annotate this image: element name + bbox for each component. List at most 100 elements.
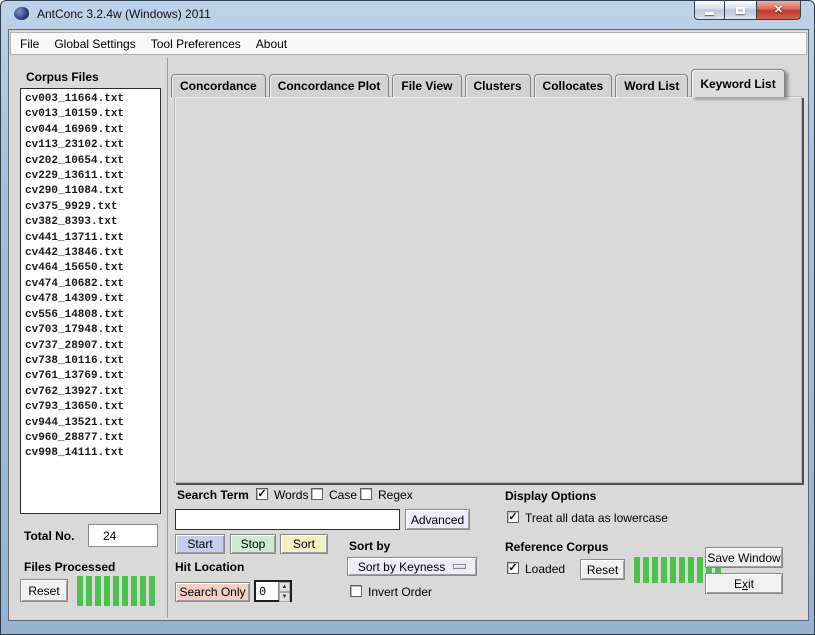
corpus-file-item[interactable]: cv737_28907.txt [25,339,158,354]
progress-segment [652,557,658,583]
corpus-file-item[interactable]: cv478_14309.txt [25,292,158,307]
corpus-file-item[interactable]: cv375_9929.txt [25,200,158,215]
progress-segment [113,576,119,606]
search-only-button[interactable]: Search Only [175,582,250,602]
case-checkbox[interactable] [311,488,323,500]
progress-segment [95,576,101,606]
app-window: AntConc 3.2.4w (Windows) 2011 ✕ File Glob… [0,0,815,635]
display-options-label: Display Options [505,489,596,503]
progress-segment [140,576,146,606]
files-processed-progress [77,576,155,606]
corpus-file-item[interactable]: cv762_13927.txt [25,385,158,400]
advanced-button[interactable]: Advanced [405,509,470,530]
tab-concordance[interactable]: Concordance [171,74,266,97]
corpus-file-item[interactable]: cv761_13769.txt [25,369,158,384]
hit-location-spinner[interactable]: 0 ▲ ▼ [254,580,292,602]
close-button[interactable]: ✕ [756,1,801,20]
menu-item-about[interactable]: About [256,37,287,51]
corpus-file-item[interactable]: cv382_8393.txt [25,215,158,230]
progress-segment [104,576,110,606]
corpus-file-item[interactable]: cv464_15650.txt [25,261,158,276]
corpus-file-item[interactable]: cv738_10116.txt [25,354,158,369]
corpus-file-item[interactable]: cv044_16969.txt [25,123,158,138]
reference-reset-button[interactable]: Reset [580,559,625,580]
progress-segment [149,576,155,606]
case-label: Case [329,488,357,502]
save-window-button[interactable]: Save Window [705,547,783,568]
corpus-file-list[interactable]: cv003_11664.txtcv013_10159.txtcv044_1696… [20,88,161,514]
progress-segment [661,557,667,583]
menu-item-global-settings[interactable]: Global Settings [54,37,135,51]
window-title: AntConc 3.2.4w (Windows) 2011 [37,7,211,21]
corpus-file-item[interactable]: cv003_11664.txt [25,92,158,107]
progress-segment [643,557,649,583]
tab-clusters[interactable]: Clusters [465,74,531,97]
hit-location-value: 0 [256,582,278,600]
progress-segment [679,557,685,583]
corpus-file-item[interactable]: cv944_13521.txt [25,416,158,431]
app-icon [14,7,29,20]
words-checkbox[interactable]: ✓ [256,488,268,500]
spinner-down-icon[interactable]: ▼ [279,592,290,602]
progress-segment [131,576,137,606]
menu-item-tool-preferences[interactable]: Tool Preferences [151,37,241,51]
corpus-file-item[interactable]: cv556_14808.txt [25,308,158,323]
hit-location-label: Hit Location [175,560,244,574]
corpus-file-item[interactable]: cv113_23102.txt [25,138,158,153]
invert-order-checkbox[interactable] [350,585,362,597]
tab-keyword-list[interactable]: Keyword List [691,69,784,97]
progress-segment [634,557,640,583]
keyword-list-panel [174,96,802,483]
total-no-value: 24 [88,524,158,547]
progress-segment [697,557,703,583]
sort-button[interactable]: Sort [280,534,328,554]
progress-segment [122,576,128,606]
progress-segment [77,576,83,606]
tab-file-view[interactable]: File View [392,74,461,97]
loaded-checkbox[interactable]: ✓ [507,562,519,574]
progress-segment [86,576,92,606]
corpus-file-item[interactable]: cv202_10654.txt [25,154,158,169]
stop-button[interactable]: Stop [230,534,276,554]
titlebar[interactable]: AntConc 3.2.4w (Windows) 2011 ✕ [1,1,814,29]
corpus-file-item[interactable]: cv960_28877.txt [25,431,158,446]
regex-checkbox[interactable] [360,488,372,500]
corpus-file-item[interactable]: cv793_13650.txt [25,400,158,415]
tool-tabs: ConcordanceConcordance PlotFile ViewClus… [171,68,785,97]
total-no-label: Total No. [24,529,74,543]
sort-by-label: Sort by [349,539,390,553]
menu-bar: File Global Settings Tool Preferences About [10,32,807,55]
progress-segment [670,557,676,583]
tab-collocates[interactable]: Collocates [534,74,613,97]
corpus-file-item[interactable]: cv703_17948.txt [25,323,158,338]
files-processed-reset-button[interactable]: Reset [20,579,68,602]
corpus-file-item[interactable]: cv998_14111.txt [25,446,158,461]
files-processed-label: Files Processed [24,560,115,574]
minimize-button[interactable] [694,1,725,20]
panel-divider [167,58,168,618]
corpus-file-item[interactable]: cv441_13711.txt [25,231,158,246]
search-input[interactable] [175,509,400,530]
minimize-icon [705,12,714,15]
tab-concordance-plot[interactable]: Concordance Plot [269,74,390,97]
corpus-file-item[interactable]: cv290_11084.txt [25,184,158,199]
close-icon: ✕ [774,5,783,16]
dropdown-indicator-icon [453,564,466,569]
sort-by-selected: Sort by Keyness [358,560,445,574]
corpus-file-item[interactable]: cv229_13611.txt [25,169,158,184]
window-controls: ✕ [694,1,801,20]
regex-label: Regex [378,488,413,502]
menu-item-file[interactable]: File [20,37,39,51]
corpus-file-item[interactable]: cv013_10159.txt [25,107,158,122]
corpus-file-item[interactable]: cv442_13846.txt [25,246,158,261]
start-button[interactable]: Start [175,534,225,554]
lowercase-checkbox[interactable]: ✓ [507,511,519,523]
exit-button[interactable]: Exit [705,573,783,594]
tab-word-list[interactable]: Word List [615,74,688,97]
corpus-file-item[interactable]: cv474_10682.txt [25,277,158,292]
reference-corpus-label: Reference Corpus [505,540,608,554]
sort-by-dropdown[interactable]: Sort by Keyness [347,557,477,576]
spinner-up-icon[interactable]: ▲ [279,582,290,592]
spinner-buttons: ▲ ▼ [278,582,290,600]
maximize-button[interactable] [725,1,756,20]
